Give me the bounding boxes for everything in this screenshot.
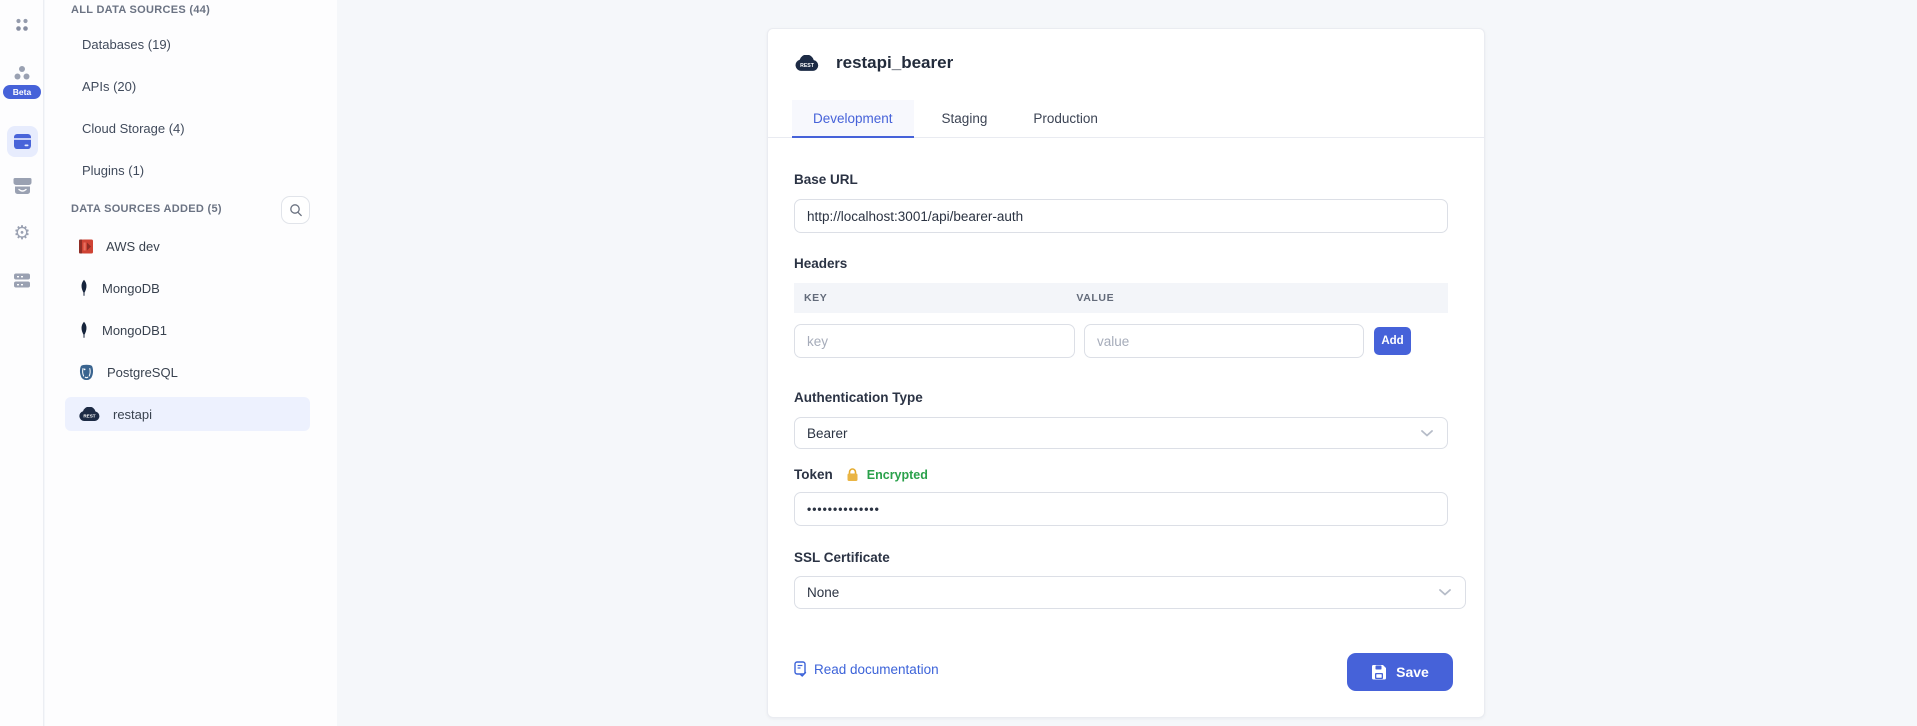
aws-icon bbox=[78, 238, 94, 255]
rail-item-datasources-active[interactable] bbox=[0, 126, 44, 157]
read-documentation-label: Read documentation bbox=[814, 662, 939, 677]
svg-text:REST: REST bbox=[83, 413, 95, 418]
server-stack-icon bbox=[13, 272, 31, 289]
source-row-mongodb1[interactable]: MongoDB1 bbox=[65, 313, 310, 347]
encrypted-badge: Encrypted bbox=[867, 468, 928, 482]
source-label: MongoDB1 bbox=[102, 323, 167, 338]
chevron-down-icon bbox=[1439, 589, 1451, 596]
data-sources-added-header: DATA SOURCES ADDED (5) bbox=[71, 203, 222, 215]
card-header: REST restapi_bearer bbox=[794, 53, 953, 73]
key-column-header: KEY bbox=[804, 292, 827, 304]
search-button[interactable] bbox=[281, 196, 310, 224]
cluster-icon bbox=[12, 64, 32, 82]
rail-item-servers[interactable] bbox=[0, 272, 44, 289]
value-column-header: VALUE bbox=[1076, 292, 1114, 304]
sidebar-item-databases[interactable]: Databases (19) bbox=[82, 37, 171, 52]
read-documentation-link[interactable]: Read documentation bbox=[794, 661, 939, 677]
postgresql-icon bbox=[78, 364, 95, 381]
auth-type-label: Authentication Type bbox=[794, 390, 923, 405]
all-data-sources-header: ALL DATA SOURCES (44) bbox=[71, 4, 210, 16]
tab-development[interactable]: Development bbox=[792, 100, 914, 137]
header-value-input[interactable] bbox=[1084, 324, 1364, 358]
source-row-restapi-selected[interactable]: REST restapi bbox=[65, 397, 310, 431]
page-title: restapi_bearer bbox=[836, 53, 953, 73]
rail-item-home[interactable] bbox=[0, 16, 44, 34]
icon-rail: Beta ⚙ bbox=[0, 0, 44, 726]
base-url-label: Base URL bbox=[794, 172, 858, 187]
ssl-select[interactable]: None bbox=[794, 576, 1466, 609]
ssl-value: None bbox=[807, 585, 839, 600]
wallet-icon bbox=[13, 133, 32, 150]
mongodb-icon bbox=[78, 279, 90, 297]
sidebar-item-cloud-storage[interactable]: Cloud Storage (4) bbox=[82, 121, 185, 136]
token-label-row: Token Encrypted bbox=[794, 467, 928, 482]
source-label: restapi bbox=[113, 407, 152, 422]
save-floppy-icon bbox=[1371, 664, 1387, 680]
datasource-config-card: REST restapi_bearer Development Staging … bbox=[767, 28, 1485, 718]
storefront-icon bbox=[13, 177, 32, 195]
base-url-input[interactable] bbox=[794, 199, 1448, 233]
tab-staging[interactable]: Staging bbox=[921, 100, 1009, 137]
save-button[interactable]: Save bbox=[1347, 653, 1453, 691]
source-row-mongodb[interactable]: MongoDB bbox=[65, 271, 310, 305]
datasource-sidebar: ALL DATA SOURCES (44) Databases (19) API… bbox=[45, 0, 337, 726]
rail-item-models[interactable] bbox=[0, 64, 44, 82]
gear-icon: ⚙ bbox=[13, 224, 30, 243]
source-label: MongoDB bbox=[102, 281, 160, 296]
mongodb-icon bbox=[78, 321, 90, 339]
save-button-label: Save bbox=[1396, 664, 1429, 680]
sidebar-item-apis[interactable]: APIs (20) bbox=[82, 79, 136, 94]
auth-type-select[interactable]: Bearer bbox=[794, 417, 1448, 449]
token-label: Token bbox=[794, 467, 833, 482]
source-row-postgresql[interactable]: PostgreSQL bbox=[65, 355, 310, 389]
restapi-icon: REST bbox=[78, 407, 101, 422]
headers-table-head: KEY VALUE bbox=[794, 283, 1448, 313]
rail-item-marketplace[interactable] bbox=[0, 177, 44, 195]
search-icon bbox=[289, 203, 303, 217]
sidebar-item-plugins[interactable]: Plugins (1) bbox=[82, 163, 144, 178]
document-check-icon bbox=[794, 661, 807, 677]
token-input[interactable] bbox=[794, 492, 1448, 526]
header-key-input[interactable] bbox=[794, 324, 1075, 358]
ssl-label: SSL Certificate bbox=[794, 550, 890, 565]
rail-item-settings[interactable]: ⚙ bbox=[0, 224, 44, 243]
beta-badge: Beta bbox=[3, 85, 41, 99]
source-label: AWS dev bbox=[106, 239, 160, 254]
restapi-icon: REST bbox=[794, 55, 820, 72]
source-row-aws-dev[interactable]: AWS dev bbox=[65, 229, 310, 263]
auth-type-value: Bearer bbox=[807, 426, 848, 441]
source-label: PostgreSQL bbox=[107, 365, 178, 380]
add-header-button[interactable]: Add bbox=[1374, 327, 1411, 355]
chevron-down-icon bbox=[1421, 430, 1433, 437]
environment-tabs: Development Staging Production bbox=[768, 100, 1484, 138]
lock-icon bbox=[846, 468, 859, 482]
grid-dots-icon bbox=[13, 16, 31, 34]
svg-text:REST: REST bbox=[800, 63, 815, 69]
tab-production[interactable]: Production bbox=[1012, 100, 1119, 137]
headers-label: Headers bbox=[794, 256, 847, 271]
